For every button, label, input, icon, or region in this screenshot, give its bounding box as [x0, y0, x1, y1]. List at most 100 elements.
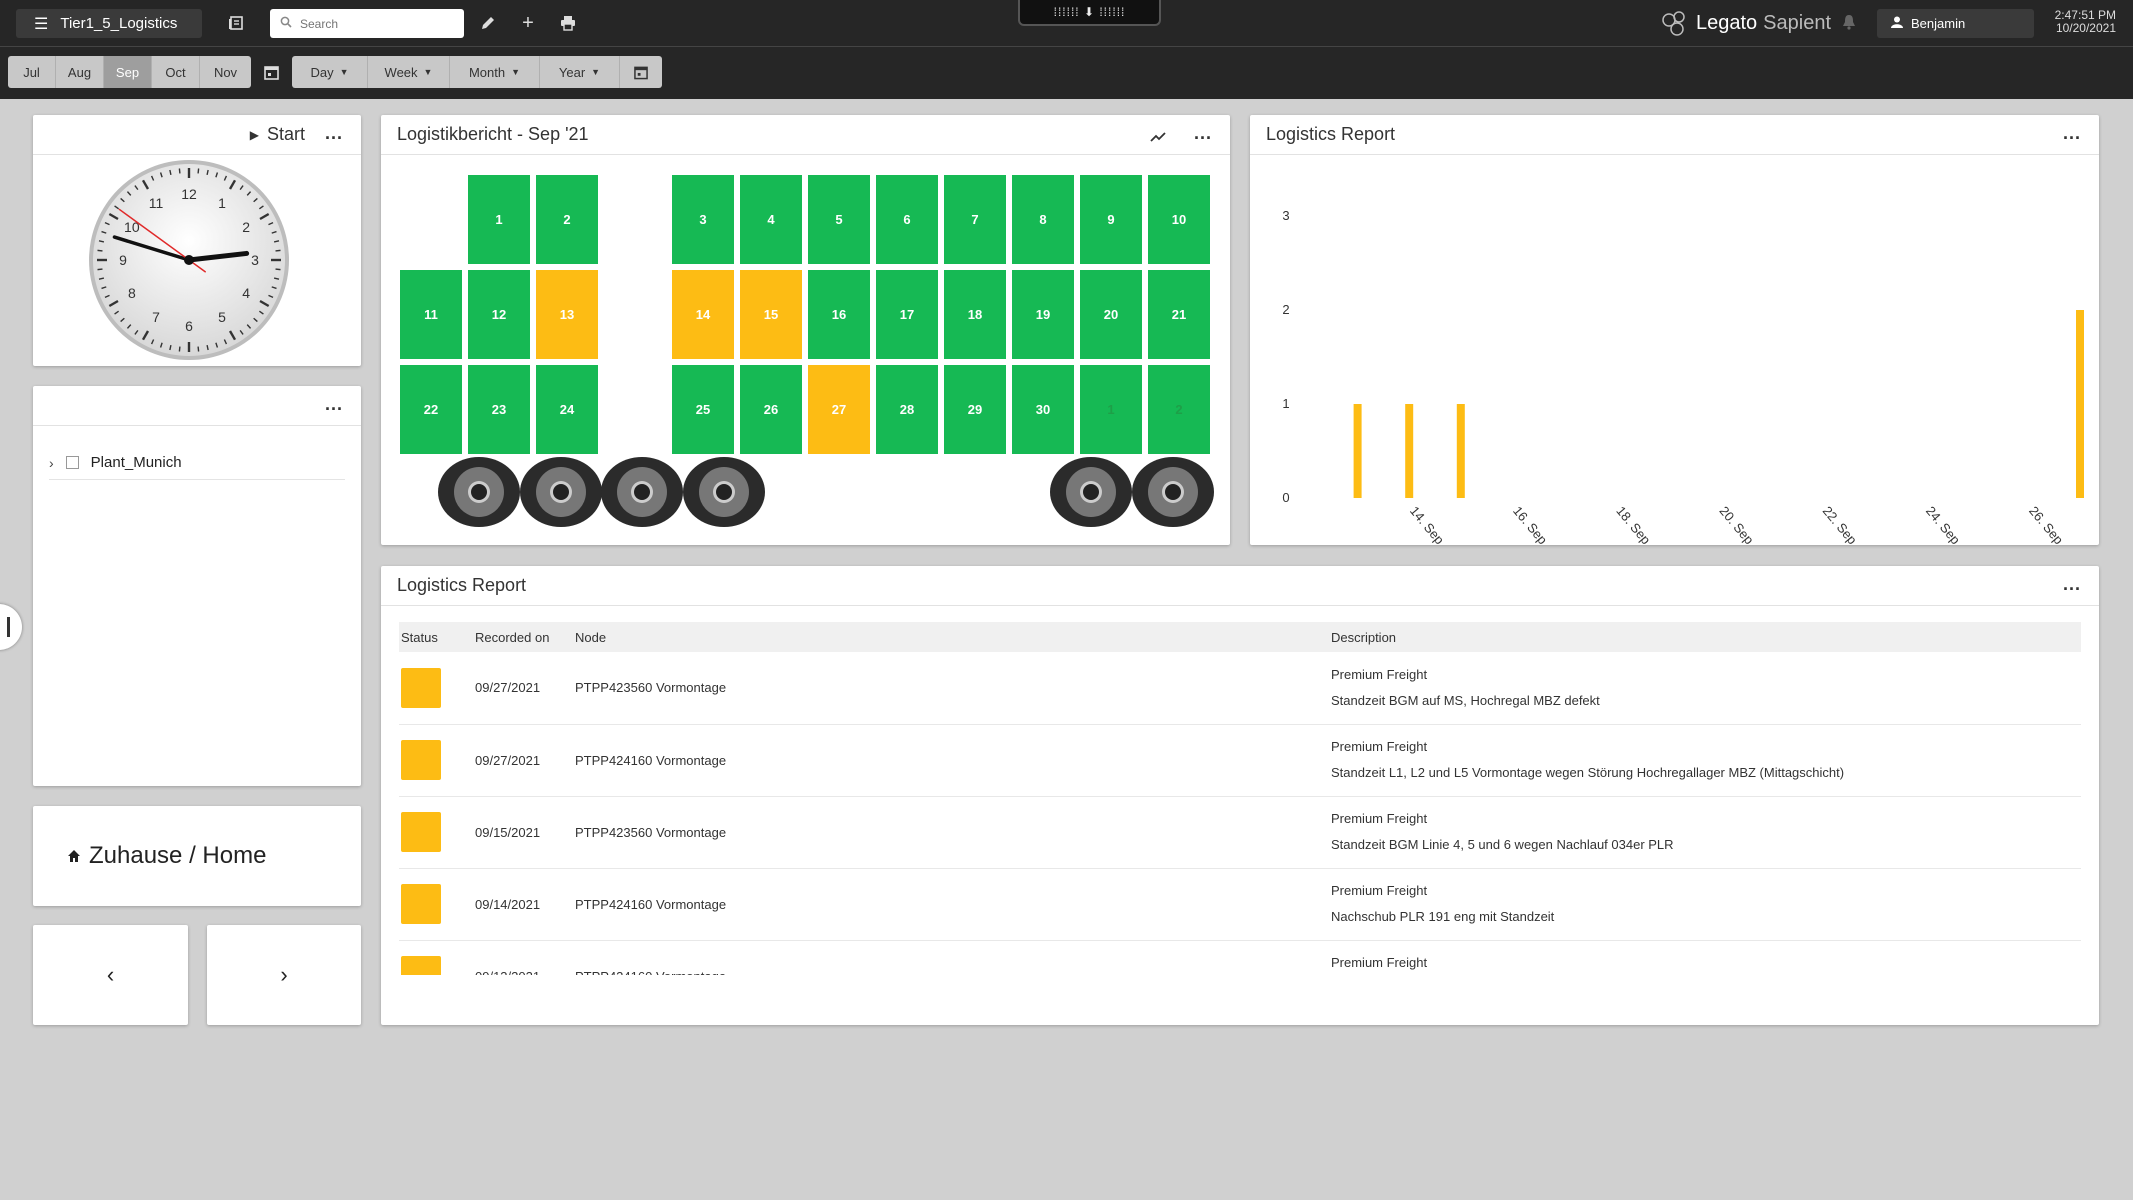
calendar-day-cell[interactable]: 1: [468, 175, 530, 264]
more-menu[interactable]: ...: [325, 394, 343, 415]
calendar-day-cell[interactable]: 27: [808, 365, 870, 454]
range-week[interactable]: Week ▼: [368, 56, 450, 88]
column-recorded-on[interactable]: Recorded on: [475, 622, 575, 652]
calendar-day-cell[interactable]: 7: [944, 175, 1006, 264]
calendar-day-cell[interactable]: 29: [944, 365, 1006, 454]
truck-wheel: [601, 457, 683, 527]
dashboard-menu-button[interactable]: ☰ Tier1_5_Logistics: [16, 9, 202, 38]
calendar-day-cell[interactable]: 4: [740, 175, 802, 264]
home-link[interactable]: Zuhause / Home: [33, 806, 361, 906]
month-nov[interactable]: Nov: [200, 56, 251, 88]
search-input[interactable]: [300, 16, 450, 31]
dock-label: ⁞⁞⁞⁞⁞⁞ ⬇ ⁞⁞⁞⁞⁞⁞: [1053, 5, 1126, 19]
calendar-day-cell[interactable]: 26: [740, 365, 802, 454]
calendar-day-cell[interactable]: 10: [1148, 175, 1210, 264]
clock-numeral: 4: [242, 285, 250, 301]
calendar-day-cell[interactable]: 2: [536, 175, 598, 264]
range-day[interactable]: Day ▼: [292, 56, 368, 88]
calendar-day-cell[interactable]: 1: [1080, 365, 1142, 454]
sidebar-handle[interactable]: [0, 604, 22, 650]
truck-wheel: [438, 457, 520, 527]
calendar-day-cell[interactable]: 23: [468, 365, 530, 454]
prev-button[interactable]: ‹: [33, 925, 188, 1025]
calendar-day-cell[interactable]: 17: [876, 270, 938, 359]
range-month[interactable]: Month ▼: [450, 56, 540, 88]
range-week-label: Week: [384, 64, 418, 80]
table-scroll-area[interactable]: Status Recorded on Node Description 09/2…: [399, 622, 2081, 975]
clock-panel: ▶ Start ... 12 1 2 3 4 5 6 7 8 9 10 11: [33, 115, 361, 366]
panel-title: Logistics Report: [1266, 124, 1396, 144]
month-sep[interactable]: Sep: [104, 56, 152, 88]
calendar-icon[interactable]: [254, 56, 288, 88]
column-node[interactable]: Node: [575, 622, 1331, 652]
calendar-day-cell[interactable]: 19: [1012, 270, 1074, 359]
trend-icon[interactable]: [1150, 127, 1166, 148]
column-description[interactable]: Description: [1331, 622, 2081, 652]
clock-tick: [275, 249, 281, 252]
chart-panel: Logistics Report ... 0 1 2 3 14. Sep 16. Sep 1…: [1250, 115, 2099, 566]
calendar-day-cell[interactable]: 3: [672, 175, 734, 264]
calendar-day-cell[interactable]: 22: [400, 365, 462, 454]
dock-toggle[interactable]: ⁞⁞⁞⁞⁞⁞ ⬇ ⁞⁞⁞⁞⁞⁞: [1018, 0, 1161, 26]
panel-title: Logistikbericht - Sep '21: [397, 124, 589, 144]
calendar-day-cell[interactable]: 14: [672, 270, 734, 359]
table-row[interactable]: 09/15/2021 PTPP423560 Vormontage Premium F…: [399, 796, 2081, 868]
range-calendar[interactable]: [620, 56, 662, 88]
clock-numeral: 8: [128, 285, 136, 301]
calendar-day-cell[interactable]: 30: [1012, 365, 1074, 454]
more-menu[interactable]: ...: [1194, 123, 1212, 144]
description-type: Premium Freight: [1331, 883, 1428, 898]
calendar-day-cell[interactable]: 2: [1148, 365, 1210, 454]
pencil-icon[interactable]: [476, 11, 500, 35]
calendar-day-cell[interactable]: 25: [672, 365, 734, 454]
start-button[interactable]: Start: [267, 124, 305, 145]
calendar-day-cell[interactable]: 12: [468, 270, 530, 359]
search-box[interactable]: [270, 9, 464, 38]
calendar-day-cell[interactable]: 9: [1080, 175, 1142, 264]
premium-freight-bar: [1456, 404, 1465, 498]
table-row[interactable]: 09/14/2021 PTPP424160 Vormontage Premium F…: [399, 868, 2081, 940]
calendar-day-cell[interactable]: 6: [876, 175, 938, 264]
column-status[interactable]: Status: [399, 622, 475, 652]
calendar-day-cell[interactable]: 18: [944, 270, 1006, 359]
tree-checkbox[interactable]: [65, 456, 79, 469]
calendar-day-cell[interactable]: 8: [1012, 175, 1074, 264]
print-icon[interactable]: [556, 11, 580, 35]
month-aug[interactable]: Aug: [56, 56, 104, 88]
home-label: Zuhause / Home: [89, 842, 267, 869]
play-icon[interactable]: ▶: [250, 128, 259, 142]
calendar-day-cell[interactable]: 28: [876, 365, 938, 454]
recorded-on-cell: 09/15/2021: [475, 824, 541, 840]
more-menu[interactable]: ...: [2063, 123, 2081, 144]
calendar-day-cell[interactable]: 20: [1080, 270, 1142, 359]
calendar-day-cell[interactable]: 5: [808, 175, 870, 264]
calendar-day-cell[interactable]: 24: [536, 365, 598, 454]
more-menu[interactable]: ...: [325, 123, 343, 144]
calendar-day-cell[interactable]: 21: [1148, 270, 1210, 359]
month-jul[interactable]: Jul: [8, 56, 56, 88]
range-year[interactable]: Year ▼: [540, 56, 620, 88]
more-menu[interactable]: ...: [2063, 574, 2081, 595]
table-row[interactable]: 09/27/2021 PTPP423560 Vormontage Premium F…: [399, 652, 2081, 724]
node-cell: PTPP423560 Vormontage: [575, 680, 727, 696]
node-cell: PTPP424160 Vormontage: [575, 940, 1331, 976]
truck-wheel: [520, 457, 602, 527]
calendar-day-cell[interactable]: 15: [740, 270, 802, 359]
bell-icon[interactable]: [1842, 14, 1860, 32]
table-row[interactable]: 09/27/2021 PTPP424160 Vormontage Premium F…: [399, 724, 2081, 796]
recorded-on-cell: 09/27/2021: [475, 680, 541, 696]
table-row[interactable]: 09/13/2021PTPP424160 VormontagePremium F…: [399, 940, 2081, 975]
pages-icon[interactable]: [224, 11, 248, 35]
panel-title: Logistics Report: [397, 575, 527, 595]
tree-item[interactable]: › Plant_Munich: [49, 446, 345, 480]
calendar-day-cell[interactable]: 11: [400, 270, 462, 359]
calendar-day-cell[interactable]: 16: [808, 270, 870, 359]
calendar-day-cell[interactable]: 13: [536, 270, 598, 359]
plus-icon[interactable]: +: [516, 11, 540, 35]
month-oct[interactable]: Oct: [152, 56, 200, 88]
chevron-right-icon[interactable]: ›: [49, 455, 54, 471]
next-button[interactable]: ›: [207, 925, 361, 1025]
chevron-down-icon: ▼: [591, 67, 601, 77]
user-menu-button[interactable]: Benjamin: [1877, 9, 2034, 38]
description-cell: Premium Freight Standzeit BGM Linie 4, 5 …: [1331, 796, 2081, 868]
